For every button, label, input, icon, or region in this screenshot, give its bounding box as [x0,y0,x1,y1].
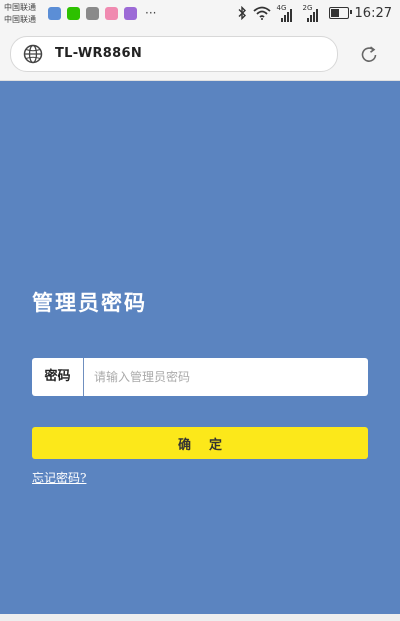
clock: 16:27 [354,5,392,21]
router-login-page: 管理员密码 密码 确定 忘记密码? [0,81,400,614]
forgot-password-link[interactable]: 忘记密码? [32,469,86,486]
carrier-name: 中国联通 [4,3,36,12]
bottom-edge [0,614,400,621]
browser-toolbar: TL-WR886N [0,30,400,81]
carrier-name-secondary: 中国联通 [4,15,36,24]
confirm-button[interactable]: 确定 [32,427,368,459]
carrier-info: 中国联通 中国联通 [4,2,36,26]
password-row: 密码 [32,358,370,396]
signal-4g-icon: 4G [277,4,297,22]
notes-icon [105,7,118,20]
battery-icon [328,7,352,19]
purple-app-icon [124,7,137,20]
bluetooth-icon [238,6,246,20]
signal-2g-icon: 2G [303,4,323,22]
reload-icon[interactable] [358,44,380,66]
battery-level [330,9,339,17]
url-text[interactable]: TL-WR886N [55,46,142,61]
more-notifications-icon: ··· [145,6,157,20]
status-bar: 中国联通 中国联通 ··· 4G 2G 16:27 [0,0,400,30]
password-label: 密码 [32,358,84,396]
wifi-icon [252,6,271,20]
gallery-icon [86,7,99,20]
address-bar[interactable]: TL-WR886N [10,36,338,72]
page-title: 管理员密码 [32,290,147,315]
wechat-icon [67,7,80,20]
globe-icon [23,44,43,64]
notification-icons: ··· [48,7,156,20]
notification-app-icon [48,7,61,20]
status-right: 4G 2G 16:27 [237,4,392,22]
password-input[interactable] [88,358,370,396]
